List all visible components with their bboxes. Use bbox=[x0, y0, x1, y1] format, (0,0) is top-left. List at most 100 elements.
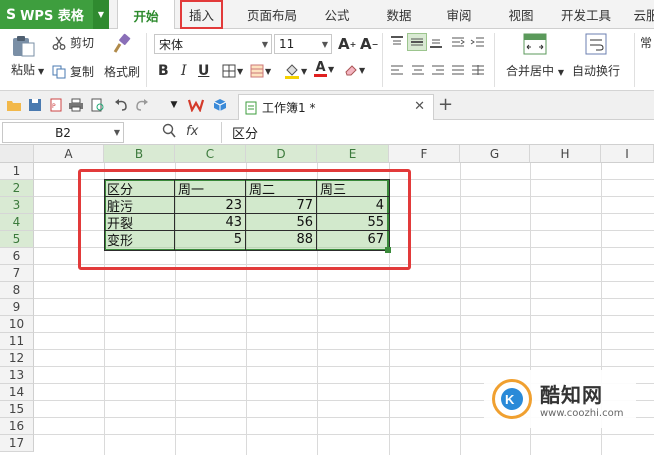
tab-page-layout[interactable]: 页面布局 bbox=[240, 0, 304, 29]
column-header[interactable]: G bbox=[460, 145, 530, 163]
row-header[interactable]: 14 bbox=[0, 384, 34, 401]
font-name-select[interactable]: 宋体 ▼ bbox=[154, 34, 272, 54]
gridline bbox=[34, 366, 654, 367]
function-icon[interactable]: fx bbox=[186, 124, 198, 139]
row-header[interactable]: 5 bbox=[0, 231, 34, 248]
gridline bbox=[34, 315, 654, 316]
tab-formulas[interactable]: 公式 bbox=[314, 0, 360, 29]
font-color-button[interactable]: A ▼ bbox=[314, 61, 334, 77]
borders-button[interactable]: ▼ bbox=[222, 64, 243, 78]
number-format-select[interactable]: 常 bbox=[640, 34, 652, 51]
row-header[interactable]: 17 bbox=[0, 435, 34, 452]
customize-dropdown-icon[interactable]: ▼ bbox=[166, 97, 182, 113]
paste-button[interactable]: 粘贴 bbox=[10, 35, 36, 78]
row-header[interactable]: 12 bbox=[0, 350, 34, 367]
decrease-font-size-icon[interactable]: A − bbox=[360, 35, 378, 53]
row-header[interactable]: 11 bbox=[0, 333, 34, 350]
tab-home[interactable]: 开始 bbox=[117, 0, 175, 30]
row-header[interactable]: 10 bbox=[0, 316, 34, 333]
cut-button[interactable]: 剪切 bbox=[52, 34, 94, 51]
clear-format-button[interactable]: ▼ bbox=[344, 63, 365, 77]
save-icon[interactable] bbox=[27, 97, 43, 113]
wrap-text-button[interactable]: 自动换行 bbox=[572, 32, 620, 79]
print-preview-icon[interactable] bbox=[90, 97, 106, 113]
wrap-text-label: 自动换行 bbox=[572, 64, 621, 78]
row-header[interactable]: 3 bbox=[0, 197, 34, 214]
column-header[interactable]: B bbox=[104, 145, 175, 163]
distribute-icon[interactable] bbox=[470, 64, 486, 78]
row-header[interactable]: 2 bbox=[0, 180, 34, 197]
watermark-url: www.coozhi.com bbox=[540, 408, 624, 419]
gridline bbox=[34, 298, 654, 299]
formula-input[interactable]: 区分 bbox=[221, 122, 651, 143]
chevron-down-icon[interactable]: ▼ bbox=[93, 0, 109, 29]
align-center-icon[interactable] bbox=[410, 64, 426, 78]
row-header[interactable]: 15 bbox=[0, 401, 34, 418]
tab-insert[interactable]: 插入 bbox=[180, 0, 223, 29]
cell-style-button[interactable]: ▼ bbox=[250, 64, 271, 78]
row-header[interactable]: 6 bbox=[0, 248, 34, 265]
row-header[interactable]: 13 bbox=[0, 367, 34, 384]
watermark-text: 酷知网 www.coozhi.com bbox=[540, 379, 623, 419]
app-menu-button[interactable]: S WPS 表格 ▼ bbox=[0, 0, 109, 29]
column-header[interactable]: D bbox=[246, 145, 317, 163]
row-header[interactable]: 1 bbox=[0, 163, 34, 180]
align-left-icon[interactable] bbox=[389, 64, 405, 78]
export-pdf-icon[interactable]: P bbox=[48, 97, 64, 113]
copy-label: 复制 bbox=[70, 65, 95, 79]
paste-dropdown-icon[interactable]: ▼ bbox=[38, 67, 44, 76]
align-right-icon[interactable] bbox=[430, 64, 446, 78]
row-header[interactable]: 7 bbox=[0, 265, 34, 282]
justify-icon[interactable] bbox=[450, 64, 466, 78]
italic-button[interactable]: I bbox=[181, 63, 187, 79]
undo-icon[interactable] bbox=[113, 97, 129, 113]
wps-w-icon[interactable] bbox=[188, 97, 204, 113]
document-tab[interactable]: 工作簿1 * ✕ bbox=[238, 94, 434, 120]
font-name-value: 宋体 bbox=[159, 37, 184, 52]
column-header[interactable]: C bbox=[175, 145, 246, 163]
tab-review[interactable]: 审阅 bbox=[436, 0, 482, 29]
gridline bbox=[34, 332, 654, 333]
tab-developer[interactable]: 开发工具 bbox=[554, 0, 618, 29]
watermark: K 酷知网 www.coozhi.com bbox=[484, 370, 636, 428]
format-painter-label: 格式刷 bbox=[104, 65, 141, 79]
row-header[interactable]: 16 bbox=[0, 418, 34, 435]
cube-icon[interactable] bbox=[212, 97, 228, 113]
row-header[interactable]: 8 bbox=[0, 282, 34, 299]
align-bottom-icon[interactable] bbox=[428, 35, 444, 49]
tab-view[interactable]: 视图 bbox=[498, 0, 544, 29]
tab-cloud[interactable]: 云服 bbox=[626, 0, 654, 29]
folder-icon[interactable] bbox=[6, 97, 22, 113]
name-box[interactable]: B2 ▼ bbox=[2, 122, 124, 143]
close-icon[interactable]: ✕ bbox=[414, 99, 425, 114]
select-all-corner[interactable] bbox=[0, 145, 34, 163]
fill-color-button[interactable]: ▼ bbox=[284, 63, 307, 79]
column-header[interactable]: A bbox=[34, 145, 104, 163]
column-header[interactable]: F bbox=[389, 145, 460, 163]
underline-button[interactable]: U bbox=[198, 63, 209, 79]
add-tab-icon[interactable]: + bbox=[438, 94, 453, 115]
print-icon[interactable] bbox=[68, 97, 84, 113]
tab-data[interactable]: 数据 bbox=[376, 0, 422, 29]
redo-icon[interactable] bbox=[134, 97, 150, 113]
chevron-down-icon: ▼ bbox=[321, 40, 328, 49]
align-top-icon[interactable] bbox=[389, 35, 405, 49]
increase-font-size-icon[interactable]: A + bbox=[338, 35, 356, 53]
row-header[interactable]: 4 bbox=[0, 214, 34, 231]
column-header[interactable]: I bbox=[601, 145, 654, 163]
font-size-select[interactable]: 11 ▼ bbox=[274, 34, 332, 54]
copy-button[interactable]: 复制 bbox=[52, 63, 94, 80]
row-header[interactable]: 9 bbox=[0, 299, 34, 316]
align-middle-icon[interactable] bbox=[407, 33, 427, 51]
column-header[interactable]: E bbox=[317, 145, 389, 163]
merge-center-button[interactable]: 合并居中 ▼ bbox=[506, 32, 564, 79]
borders-icon bbox=[222, 64, 236, 78]
wrap-align-icon[interactable] bbox=[450, 35, 466, 49]
search-icon[interactable] bbox=[162, 123, 176, 142]
bold-button[interactable]: B bbox=[158, 63, 169, 79]
gridline bbox=[34, 349, 654, 350]
indent-icon[interactable] bbox=[470, 35, 486, 49]
column-header[interactable]: H bbox=[530, 145, 601, 163]
format-painter-button[interactable]: 格式刷 bbox=[104, 33, 140, 80]
ribbon-divider bbox=[146, 33, 147, 87]
